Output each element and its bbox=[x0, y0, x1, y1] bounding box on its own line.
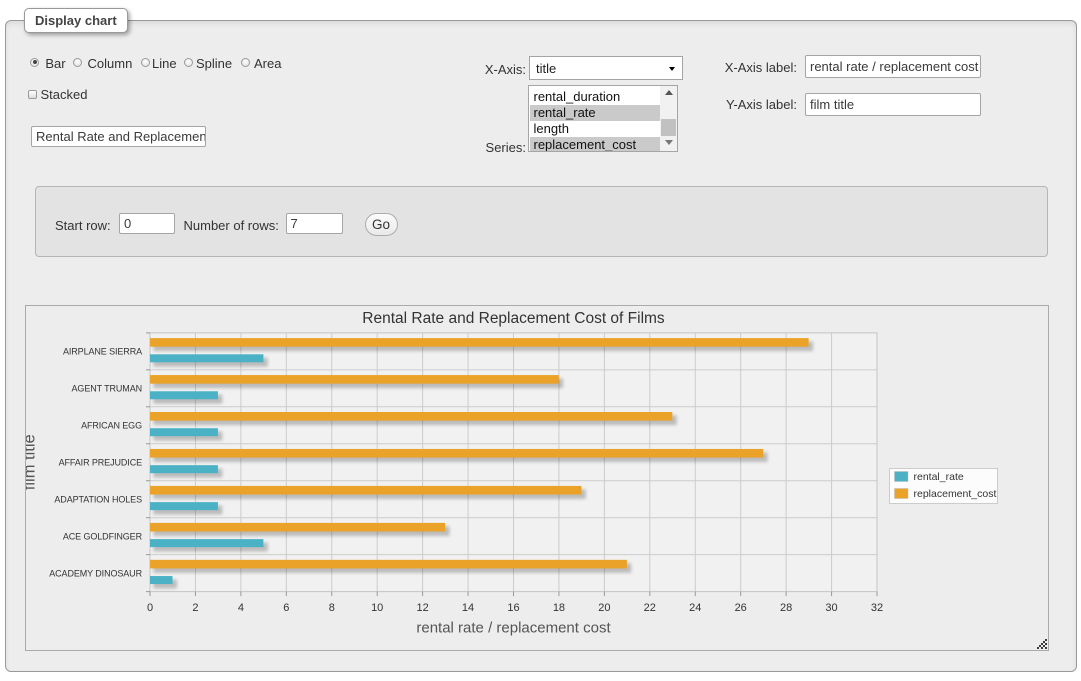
svg-text:replacement_cost: replacement_cost bbox=[914, 488, 997, 500]
svg-text:rental rate / replacement cost: rental rate / replacement cost bbox=[416, 620, 611, 637]
svg-text:Rental Rate and Replacement Co: Rental Rate and Replacement Cost of Film… bbox=[362, 310, 665, 327]
svg-text:26: 26 bbox=[735, 602, 747, 614]
svg-text:14: 14 bbox=[462, 602, 474, 614]
svg-text:22: 22 bbox=[644, 602, 656, 614]
svg-text:8: 8 bbox=[329, 602, 335, 614]
svg-text:film title: film title bbox=[26, 434, 39, 490]
svg-text:ADAPTATION HOLES: ADAPTATION HOLES bbox=[54, 494, 142, 504]
svg-text:AFFAIR PREJUDICE: AFFAIR PREJUDICE bbox=[59, 457, 143, 467]
svg-text:28: 28 bbox=[780, 602, 792, 614]
svg-text:16: 16 bbox=[507, 602, 519, 614]
svg-text:AGENT TRUMAN: AGENT TRUMAN bbox=[72, 384, 142, 394]
svg-text:24: 24 bbox=[689, 602, 701, 614]
svg-text:20: 20 bbox=[598, 602, 610, 614]
svg-text:rental_rate: rental_rate bbox=[914, 471, 964, 483]
svg-text:18: 18 bbox=[553, 602, 565, 614]
svg-text:ACE GOLDFINGER: ACE GOLDFINGER bbox=[63, 531, 143, 541]
svg-text:ACADEMY DINOSAUR: ACADEMY DINOSAUR bbox=[49, 568, 142, 578]
svg-text:AFRICAN EGG: AFRICAN EGG bbox=[81, 420, 142, 430]
svg-text:2: 2 bbox=[192, 602, 198, 614]
svg-text:4: 4 bbox=[238, 602, 244, 614]
svg-text:30: 30 bbox=[825, 602, 837, 614]
svg-text:6: 6 bbox=[283, 602, 289, 614]
svg-text:10: 10 bbox=[371, 602, 383, 614]
svg-text:32: 32 bbox=[871, 602, 883, 614]
svg-text:12: 12 bbox=[416, 602, 428, 614]
svg-text:0: 0 bbox=[147, 602, 153, 614]
svg-text:AIRPLANE SIERRA: AIRPLANE SIERRA bbox=[63, 347, 142, 357]
